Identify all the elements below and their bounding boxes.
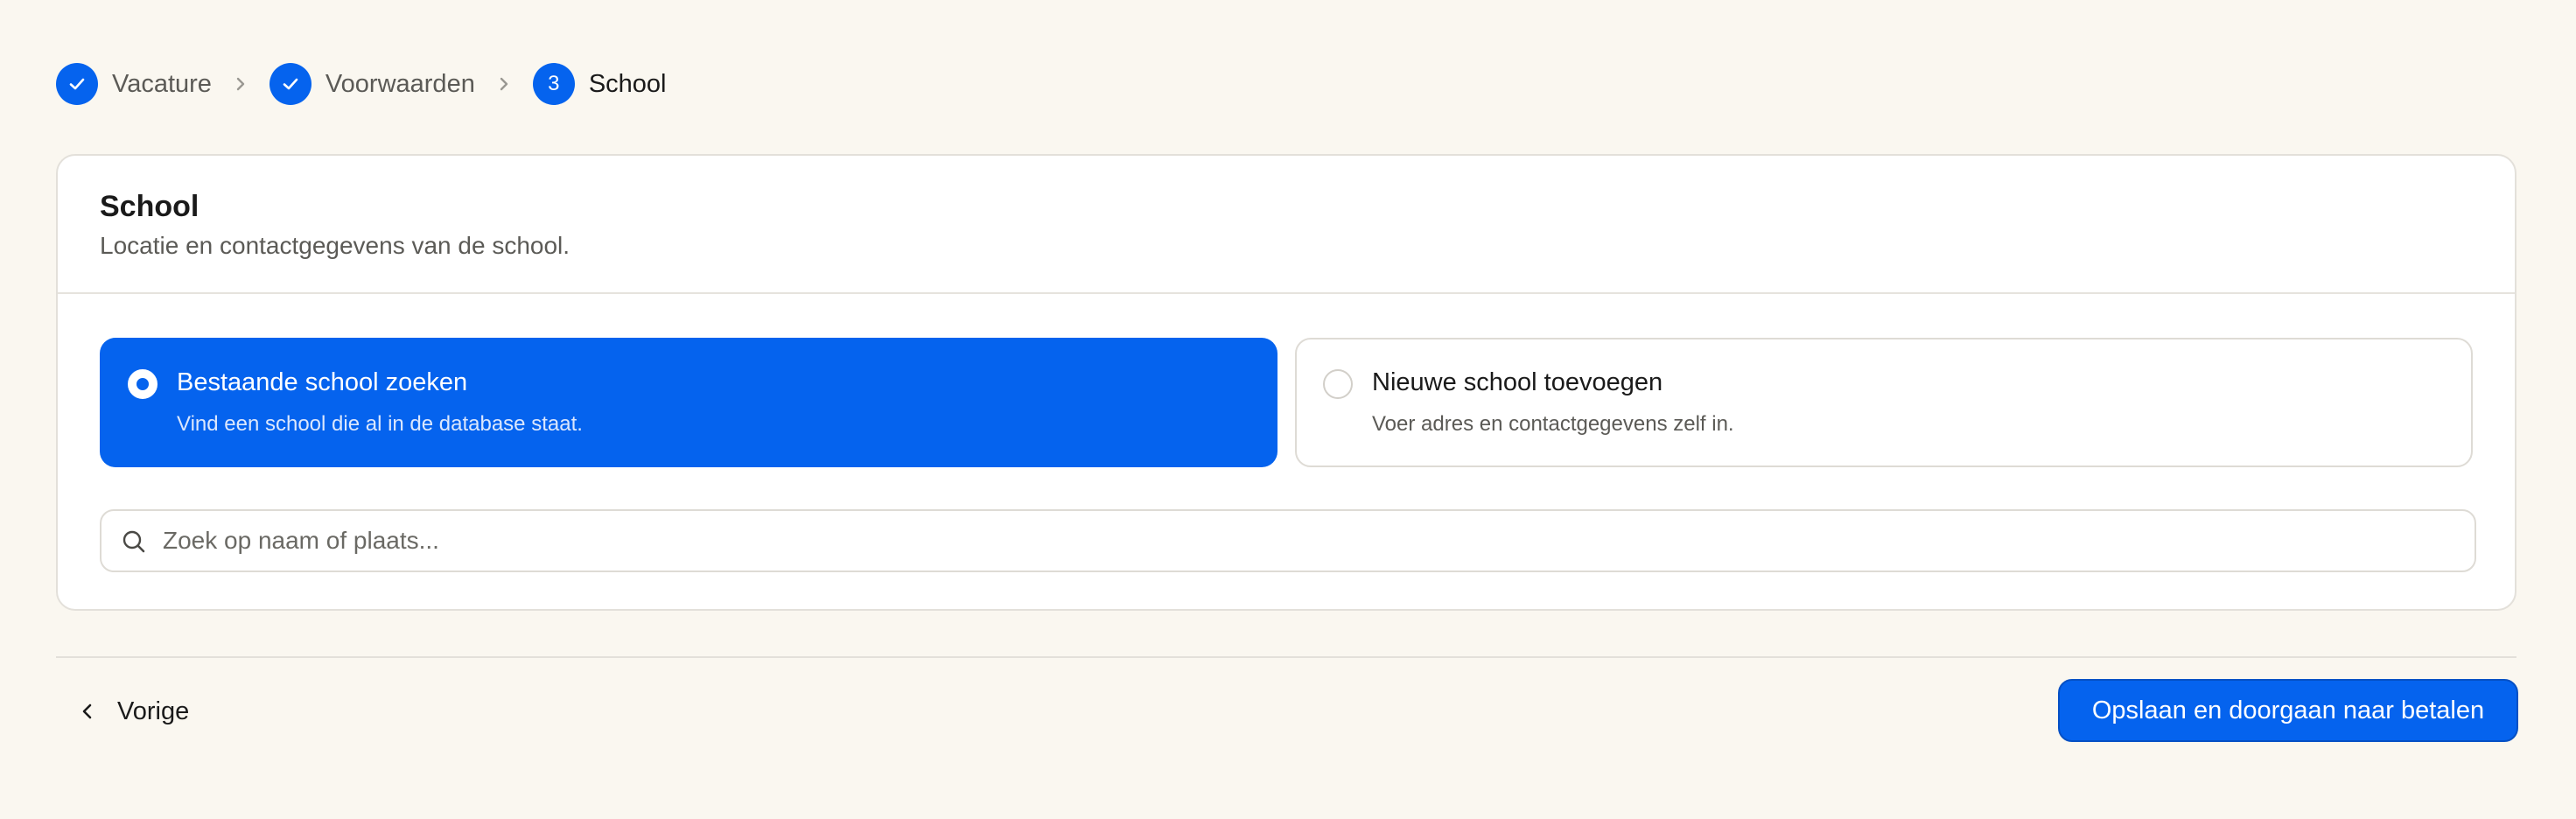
card-header: School Locatie en contactgegevens van de… xyxy=(58,156,2515,294)
step-voorwaarden[interactable]: Voorwaarden xyxy=(269,63,475,105)
back-button[interactable]: Vorige xyxy=(77,684,189,738)
step-label: Voorwaarden xyxy=(325,69,475,98)
radio-unselected[interactable] xyxy=(1323,369,1353,399)
back-label: Vorige xyxy=(117,696,190,725)
option-title: Bestaande school zoeken xyxy=(177,368,468,396)
save-and-continue-button[interactable]: Opslaan en doorgaan naar betalen xyxy=(2058,679,2518,742)
step-school: 3 School xyxy=(532,63,667,105)
stepper: Vacature Voorwaarden 3 School xyxy=(56,62,667,106)
check-icon xyxy=(56,63,98,105)
option-title: Nieuwe school toevoegen xyxy=(1372,368,1663,396)
radio-selected[interactable] xyxy=(128,369,158,399)
step-vacature[interactable]: Vacature xyxy=(56,63,212,105)
option-description: Voer adres en contactgegevens zelf in. xyxy=(1372,412,1734,436)
search-field[interactable] xyxy=(100,509,2476,572)
footer-divider xyxy=(56,656,2516,658)
option-description: Vind een school die al in de database st… xyxy=(177,412,583,436)
card-subtitle: Locatie en contactgegevens van de school… xyxy=(100,232,570,259)
search-icon xyxy=(121,528,147,555)
step-label: Vacature xyxy=(112,69,212,98)
chevron-right-icon xyxy=(233,76,248,92)
search-input[interactable] xyxy=(163,511,2438,570)
option-existing-school[interactable]: Bestaande school zoeken Vind een school … xyxy=(100,338,1278,467)
check-icon xyxy=(269,63,312,105)
school-card: School Locatie en contactgegevens van de… xyxy=(56,154,2516,611)
step-number: 3 xyxy=(532,63,575,105)
chevron-right-icon xyxy=(496,76,512,92)
school-mode-options: Bestaande school zoeken Vind een school … xyxy=(100,338,2473,467)
option-new-school[interactable]: Nieuwe school toevoegen Voer adres en co… xyxy=(1295,338,2473,467)
step-label: School xyxy=(588,69,667,98)
card-title: School xyxy=(100,190,200,223)
chevron-left-icon xyxy=(77,701,98,722)
